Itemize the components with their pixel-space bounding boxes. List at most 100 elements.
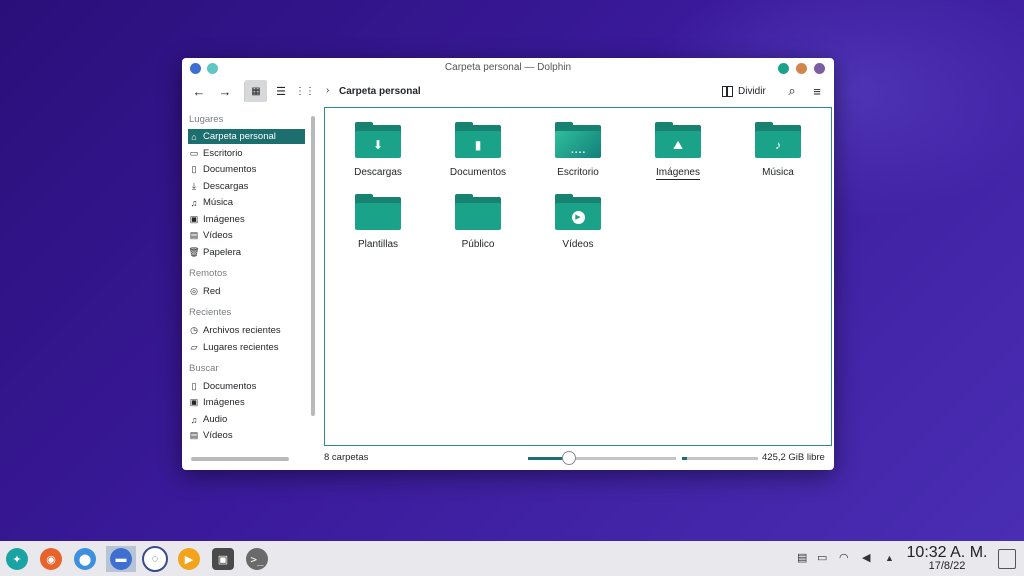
taskbar-firefox[interactable]: ◉ (38, 546, 64, 572)
discover-icon: ◌ (142, 546, 168, 572)
icons-view-button[interactable]: ▦ (245, 80, 267, 102)
music-icon: ♫ (190, 197, 198, 208)
sidebar-vertical-scrollbar[interactable] (311, 116, 315, 416)
folder-label: Plantillas (357, 239, 399, 250)
split-button[interactable]: Dividir (722, 86, 766, 97)
sidebar-item-lugares-recientes[interactable]: ▱ Lugares recientes (188, 340, 305, 355)
sidebar-item-musica[interactable]: ♫ Música (188, 195, 305, 210)
wifi-icon[interactable]: ◠ (839, 551, 849, 564)
grid-icon: ▦ (251, 85, 261, 97)
show-desktop-button[interactable] (998, 549, 1016, 569)
folder-label: Escritorio (557, 167, 599, 178)
search-icon: ⌕ (788, 83, 796, 98)
folder-item[interactable]: ▪ ▪ ▪ ▪ Escritorio (533, 122, 623, 178)
recent-places-icon: ▱ (190, 342, 198, 352)
back-button[interactable]: ← (188, 80, 210, 102)
details-view-button[interactable]: ⋮⋮ (294, 80, 316, 102)
zoom-slider-handle[interactable] (562, 451, 576, 465)
menu-button[interactable]: ≡ (806, 80, 828, 102)
toolbar: ← → ▦ ☰ ⋮⋮ › Carpeta personal Dividir ⌕ … (182, 78, 834, 106)
sidebar-item-descargas[interactable]: ⤓ Descargas (188, 179, 305, 194)
maximize-button[interactable] (796, 63, 807, 74)
details-icon: ⋮⋮ (295, 85, 315, 97)
sidebar-item-documentos[interactable]: ▯ Documentos (188, 162, 305, 177)
download-icon: ⬇ (372, 138, 384, 152)
document-icon: ▯ (191, 381, 197, 391)
taskbar-terminal[interactable]: >_ (244, 546, 270, 572)
home-icon: ⌂ (191, 131, 197, 142)
play-icon: ▶ (555, 204, 601, 230)
digital-clock[interactable]: 10:32 A. M. 17/8/22 (902, 544, 992, 572)
breadcrumb[interactable]: Carpeta personal (339, 86, 421, 97)
taskbar-media-player[interactable]: ▶ (176, 546, 202, 572)
sidebar-item-archivos-recientes[interactable]: ◷ Archivos recientes (188, 323, 305, 338)
folder-label: Documentos (449, 167, 507, 178)
toggle-icon: ⬤ (74, 548, 96, 570)
clipboard-icon[interactable]: ▤ (797, 551, 807, 564)
application-launcher[interactable]: ✦ (4, 546, 30, 572)
music-icon: ♪ (775, 138, 781, 152)
sidebar-item-red[interactable]: ◎ Red (188, 284, 305, 299)
firefox-icon: ◉ (40, 548, 62, 570)
taskbar: ✦ ◉ ⬤ ▬ ◌ ▶ ▣ >_ ▤ ▭ ◠ ◀ ▲ 10:32 A. M. 1… (0, 541, 1024, 576)
battery-icon[interactable]: ▭ (817, 551, 827, 564)
window-title: Carpeta personal — Dolphin (444, 62, 572, 73)
folder-label: Público (461, 239, 495, 250)
hamburger-icon: ≡ (813, 83, 821, 99)
folder-item[interactable]: ▮ Documentos (433, 122, 523, 178)
search-button[interactable]: ⌕ (781, 80, 803, 102)
folder-item[interactable]: ⬇ Descargas (333, 122, 423, 178)
taskbar-settings[interactable]: ⬤ (72, 546, 98, 572)
document-icon: ▯ (191, 164, 197, 174)
folder-item[interactable]: Plantillas (333, 194, 423, 250)
folder-icon (355, 194, 401, 230)
desktop-icon: ▭ (189, 148, 199, 158)
taskbar-discover[interactable]: ◌ (142, 546, 168, 572)
disk-space-bar (682, 457, 758, 460)
sidebar-item-buscar-imagenes[interactable]: ▣ Imágenes (188, 395, 305, 410)
folder-item[interactable]: ⛰ Imágenes (633, 122, 723, 180)
folder-item[interactable]: Público (433, 194, 523, 250)
recent-files-icon: ◷ (190, 325, 198, 335)
folder-item[interactable]: ♪ Música (733, 122, 823, 178)
image-icon: ▣ (189, 397, 199, 407)
music-icon: ♫ (190, 414, 198, 425)
dolphin-icon: ▬ (110, 548, 132, 570)
sidebar-item-videos[interactable]: ▤ Vídeos (188, 228, 305, 243)
sidebar-item-imagenes[interactable]: ▣ Imágenes (188, 212, 305, 227)
compact-view-button[interactable]: ☰ (270, 80, 292, 102)
folder-icon: ♪ (755, 122, 801, 158)
file-view[interactable]: ⬇ Descargas ▮ Documentos ▪ ▪ ▪ ▪ Escrito… (324, 107, 832, 446)
title-bar[interactable]: Carpeta personal — Dolphin (182, 58, 834, 78)
folder-label: Música (762, 167, 794, 178)
play-icon: ▶ (178, 548, 200, 570)
folder-label: Descargas (354, 167, 402, 178)
volume-icon[interactable]: ◀ (862, 551, 870, 564)
sidebar-item-papelera[interactable]: 🗑 Papelera (188, 245, 305, 260)
sidebar-item-buscar-documentos[interactable]: ▯ Documentos (188, 379, 305, 394)
folder-icon: ⬇ (355, 122, 401, 158)
download-icon: ⤓ (192, 181, 196, 191)
folder-icon: ▮ (455, 122, 501, 158)
launcher-icon: ✦ (6, 548, 28, 570)
sidebar-item-buscar-audio[interactable]: ♫ Audio (188, 412, 305, 427)
section-title-buscar: Buscar (189, 363, 219, 374)
minimize-button[interactable] (778, 63, 789, 74)
section-title-remotos: Remotos (189, 268, 228, 279)
taskbar-dolphin[interactable]: ▬ (106, 546, 136, 572)
folder-icon: ▶ (555, 194, 601, 230)
sidebar-item-escritorio[interactable]: ▭ Escritorio (188, 146, 305, 161)
close-button[interactable] (814, 63, 825, 74)
tray-expand-icon[interactable]: ▲ (885, 553, 894, 563)
forward-button[interactable]: → (214, 80, 236, 102)
places-panel: Lugares ⌂ Carpeta personal ▭ Escritorio ▯ D… (182, 110, 314, 455)
sidebar-item-buscar-videos[interactable]: ▤ Vídeos (188, 428, 305, 443)
folder-item[interactable]: ▶ Vídeos (533, 194, 623, 250)
sidebar-item-carpeta-personal[interactable]: ⌂ Carpeta personal (188, 129, 305, 144)
split-label: Dividir (738, 86, 766, 97)
taskbar-screenshot[interactable]: ▣ (210, 546, 236, 572)
folder-icon: ⛰ (655, 122, 701, 158)
folder-icon: ▪ ▪ ▪ ▪ (555, 122, 601, 158)
document-icon: ▮ (474, 138, 482, 152)
sidebar-horizontal-scrollbar[interactable] (191, 457, 289, 461)
